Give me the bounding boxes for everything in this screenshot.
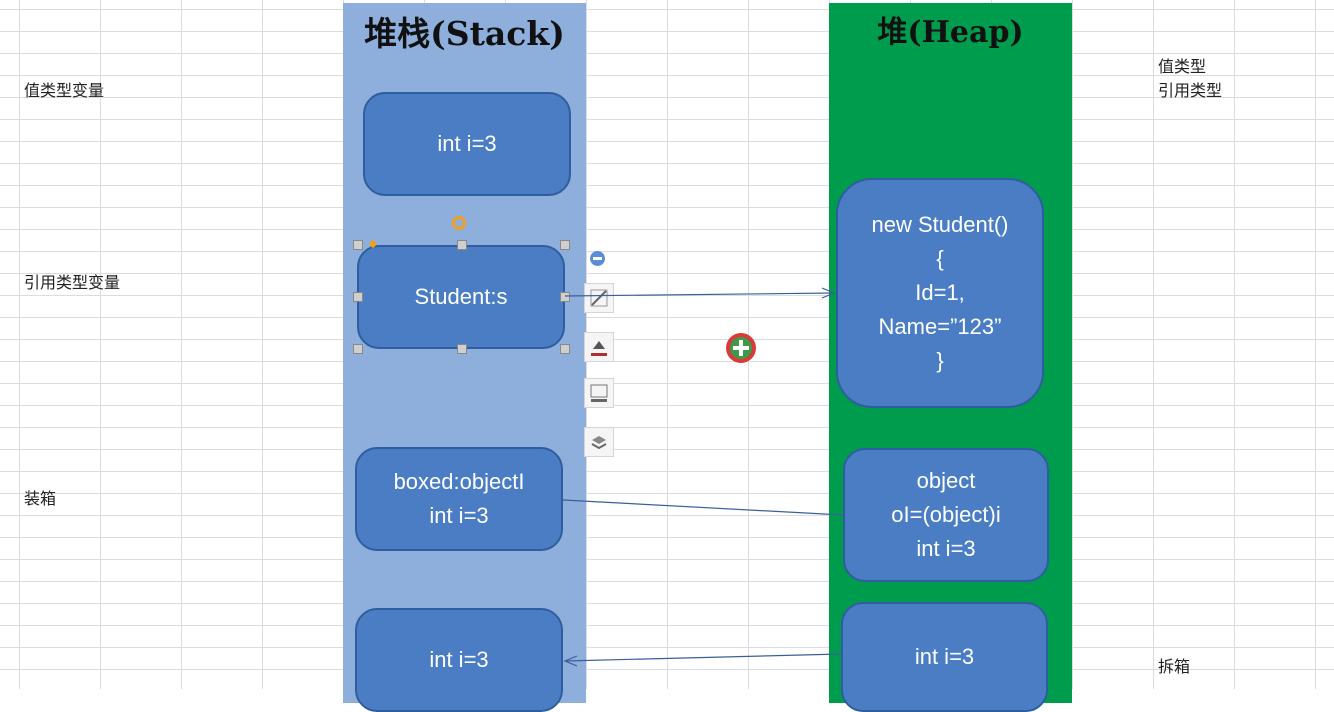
stack-boxed-line2: int i=3 <box>429 503 489 528</box>
heap-title: 堆(Heap) <box>877 15 1024 50</box>
label-boxing: 装箱 <box>24 489 57 508</box>
edit-shape-icon[interactable] <box>584 283 614 313</box>
heap-student-object-box[interactable]: new Student() { Id=1, Name=”123” } <box>836 178 1044 408</box>
resize-handle-right[interactable] <box>560 292 570 302</box>
heap-boxed-line3: int i=3 <box>916 536 976 561</box>
heap-boxed-line1: object <box>916 468 976 493</box>
label-value-type-variable: 值类型变量 <box>24 81 105 100</box>
layers-icon[interactable] <box>584 427 614 457</box>
heap-int-box[interactable]: int i=3 <box>841 602 1048 712</box>
stack-int-box[interactable]: int i=3 <box>363 92 571 196</box>
rotate-handle-icon[interactable] <box>452 216 466 230</box>
stack-int-text: int i=3 <box>437 131 497 156</box>
resize-handle-bottom[interactable] <box>457 344 467 354</box>
resize-handle-top-left[interactable] <box>353 240 363 250</box>
stack-boxed-box[interactable]: boxed:objectI int i=3 <box>355 447 563 551</box>
resize-handle-left[interactable] <box>353 292 363 302</box>
heap-boxed-line2: oI=(object)i <box>891 502 1001 527</box>
heap-student-line2: { <box>936 246 944 271</box>
heap-int-text: int i=3 <box>914 644 975 669</box>
fill-color-icon[interactable] <box>584 332 614 362</box>
line-color-icon[interactable] <box>584 378 614 408</box>
spreadsheet-grid[interactable] <box>0 0 1334 689</box>
resize-handle-top[interactable] <box>457 240 467 250</box>
resize-handle-bottom-right[interactable] <box>560 344 570 354</box>
resize-handle-bottom-left[interactable] <box>353 344 363 354</box>
stack-student-box[interactable]: Student:s <box>357 245 565 349</box>
stack-boxed-line1: boxed:objectI <box>393 469 525 494</box>
label-reference-type-variable: 引用类型变量 <box>24 273 121 292</box>
stack-unboxed-int-box[interactable]: int i=3 <box>355 608 563 712</box>
heap-student-line3: Id=1, <box>915 280 965 305</box>
stack-unboxed-int-text: int i=3 <box>429 647 489 672</box>
heap-student-line1: new Student() <box>871 212 1009 237</box>
stack-title: 堆栈(Stack) <box>364 14 565 53</box>
stack-student-text: Student:s <box>414 284 508 309</box>
move-cursor-icon <box>726 333 756 363</box>
heap-boxed-object-box[interactable]: object oI=(object)i int i=3 <box>843 448 1049 582</box>
label-value-type: 值类型 <box>1158 57 1207 76</box>
label-reference-type: 引用类型 <box>1158 81 1223 100</box>
heap-student-line5: } <box>936 348 944 373</box>
heap-student-line4: Name=”123” <box>878 314 1002 339</box>
label-unboxing: 拆箱 <box>1158 657 1191 676</box>
resize-handle-top-right[interactable] <box>560 240 570 250</box>
collapse-icon[interactable] <box>590 251 605 266</box>
